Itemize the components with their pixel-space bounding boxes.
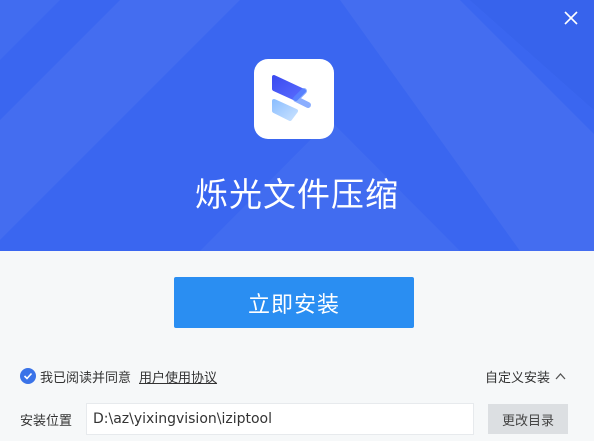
custom-install-toggle[interactable]: 自定义安装 — [485, 366, 566, 386]
install-path-input[interactable] — [86, 403, 474, 435]
installer-window: 烁光文件压缩 立即安装 我已阅读并同意 用户使用协议 自定义安装 安装位置 更改… — [0, 0, 594, 441]
header-banner: 烁光文件压缩 — [0, 0, 594, 251]
install-path-row: 安装位置 更改目录 — [0, 402, 594, 435]
user-agreement-link[interactable]: 用户使用协议 — [139, 367, 217, 386]
install-now-button[interactable]: 立即安装 — [174, 277, 414, 328]
checkmark-icon — [23, 372, 33, 380]
custom-install-label: 自定义安装 — [484, 370, 550, 386]
agreement-checkbox[interactable] — [20, 368, 36, 384]
chevrons-logo-icon — [272, 75, 311, 121]
close-icon — [564, 11, 578, 25]
agreement-text: 我已阅读并同意 — [40, 370, 132, 386]
app-logo — [254, 59, 334, 139]
app-title: 烁光文件压缩 — [195, 175, 399, 214]
chevron-up-icon — [555, 373, 566, 380]
agreement-row: 我已阅读并同意 用户使用协议 — [20, 366, 217, 386]
change-directory-button[interactable]: 更改目录 — [488, 404, 568, 434]
install-path-label: 安装位置 — [20, 414, 73, 429]
close-button[interactable] — [560, 7, 582, 29]
